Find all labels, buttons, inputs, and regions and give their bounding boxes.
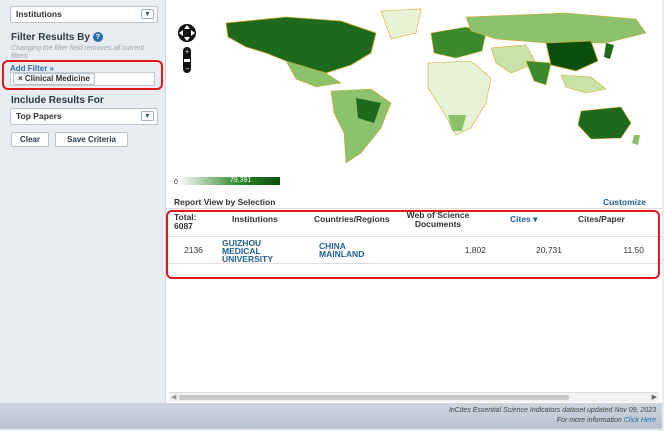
footer-dataset-note: InCites Essential Science Indicators dat… (448, 407, 656, 414)
category-select[interactable]: Institutions ▼ (10, 6, 158, 23)
scrollbar-thumb[interactable] (179, 395, 569, 400)
legend-min: 0 (174, 179, 178, 186)
sidebar: Institutions ▼ Filter Results By? Changi… (0, 0, 166, 403)
help-icon[interactable]: ? (92, 32, 103, 43)
svg-text:−: − (185, 66, 189, 73)
scroll-right-icon[interactable]: ▶ (652, 393, 657, 401)
customize-link[interactable]: Customize (603, 197, 646, 207)
report-title: Report View by Selection (174, 197, 276, 207)
filter-title: Filter Results By? (11, 32, 103, 43)
world-map[interactable]: + − (166, 3, 662, 168)
scroll-left-icon[interactable]: ◀ (171, 393, 176, 401)
filter-note: Changing the filter field removes all cu… (11, 45, 145, 60)
category-select-value: Institutions (16, 9, 62, 19)
include-title: Include Results For (11, 95, 104, 106)
save-criteria-button[interactable]: Save Criteria (55, 132, 128, 147)
horizontal-scrollbar[interactable]: ◀ ▶ (169, 392, 659, 402)
legend-max: 79,391 (230, 177, 252, 184)
highlight-filter-box (2, 60, 163, 90)
footer-click-here-link[interactable]: Click Here (624, 417, 656, 424)
filter-title-text: Filter Results By (11, 32, 90, 43)
highlight-table (166, 210, 660, 279)
chevron-down-icon[interactable]: ▼ (141, 9, 154, 19)
footer-info: For more information Click Here (557, 417, 656, 424)
chevron-down-icon[interactable]: ▼ (141, 111, 154, 121)
footer: InCites Essential Science Indicators dat… (0, 403, 662, 429)
include-select[interactable]: Top Papers ▼ (10, 108, 158, 125)
svg-text:+: + (185, 49, 189, 56)
map-legend-bar (178, 177, 280, 185)
footer-info-text: For more information (556, 417, 622, 424)
clear-button[interactable]: Clear (11, 132, 49, 147)
include-select-value: Top Papers (16, 111, 62, 121)
main-panel: + − 0 79,391 Report View by Selection Cu… (166, 0, 662, 403)
